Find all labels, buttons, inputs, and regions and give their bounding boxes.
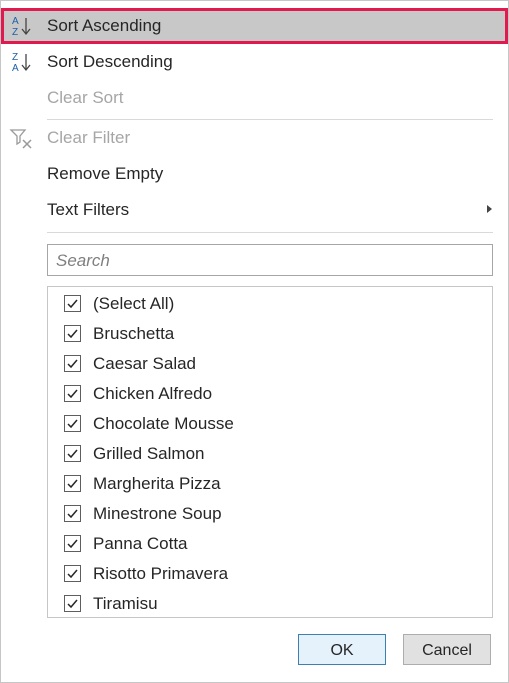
search-placeholder: Search: [56, 251, 110, 270]
checkbox[interactable]: [64, 505, 81, 522]
text-filters-item[interactable]: Text Filters: [1, 192, 508, 228]
list-item[interactable]: Bruschetta: [48, 319, 492, 349]
checkbox[interactable]: [64, 325, 81, 342]
sort-ascending-item[interactable]: A Z Sort Ascending: [1, 8, 508, 44]
text-filters-label: Text Filters: [47, 200, 130, 219]
sort-descending-icon: Z A: [9, 50, 35, 74]
clear-sort-item[interactable]: Clear Sort: [1, 80, 508, 116]
checkbox[interactable]: [64, 475, 81, 492]
list-item-select-all[interactable]: (Select All): [48, 289, 492, 319]
list-item-label: (Select All): [93, 294, 175, 313]
menu-separator: [47, 232, 493, 233]
remove-empty-label: Remove Empty: [47, 164, 164, 183]
list-item[interactable]: Minestrone Soup: [48, 499, 492, 529]
list-item-label: Bruschetta: [93, 324, 175, 343]
list-item[interactable]: Chicken Alfredo: [48, 379, 492, 409]
sort-ascending-icon: A Z: [9, 14, 35, 38]
checkbox[interactable]: [64, 445, 81, 462]
list-item[interactable]: Tiramisu: [48, 589, 492, 617]
svg-text:Z: Z: [12, 52, 18, 63]
checkbox[interactable]: [64, 595, 81, 612]
list-item-label: Minestrone Soup: [93, 504, 222, 523]
checkbox[interactable]: [64, 385, 81, 402]
chevron-right-icon: [487, 205, 492, 213]
svg-text:Z: Z: [12, 27, 18, 38]
clear-filter-icon: [9, 126, 35, 150]
list-item[interactable]: Panna Cotta: [48, 529, 492, 559]
sort-descending-label: Sort Descending: [47, 52, 173, 71]
filter-dropdown-panel: A Z Sort Ascending Z A Sort Descending C…: [0, 0, 509, 683]
list-item-label: Tiramisu: [93, 594, 158, 613]
list-item-label: Chocolate Mousse: [93, 414, 234, 433]
clear-sort-label: Clear Sort: [47, 88, 124, 107]
list-item-label: Caesar Salad: [93, 354, 197, 373]
list-item-label: Risotto Primavera: [93, 564, 229, 583]
remove-empty-item[interactable]: Remove Empty: [1, 156, 508, 192]
list-item-label: Chicken Alfredo: [93, 384, 213, 403]
svg-text:A: A: [12, 63, 19, 74]
ok-button[interactable]: OK: [298, 634, 386, 665]
list-item-label: Panna Cotta: [93, 534, 188, 553]
checkbox[interactable]: [64, 355, 81, 372]
list-item-label: Grilled Salmon: [93, 444, 205, 463]
list-item[interactable]: Risotto Primavera: [48, 559, 492, 589]
checkbox[interactable]: [64, 565, 81, 582]
list-item[interactable]: Chocolate Mousse: [48, 409, 492, 439]
list-item[interactable]: Caesar Salad: [48, 349, 492, 379]
svg-text:A: A: [12, 16, 19, 27]
clear-filter-label: Clear Filter: [47, 128, 131, 147]
cancel-button[interactable]: Cancel: [403, 634, 491, 665]
sort-ascending-label: Sort Ascending: [47, 16, 162, 35]
sort-descending-item[interactable]: Z A Sort Descending: [1, 44, 508, 80]
list-item[interactable]: Grilled Salmon: [48, 439, 492, 469]
list-item-label: Margherita Pizza: [93, 474, 221, 493]
checkbox[interactable]: [64, 415, 81, 432]
checkbox[interactable]: [64, 535, 81, 552]
search-input[interactable]: Search: [47, 244, 493, 276]
checkbox[interactable]: [64, 295, 81, 312]
list-item[interactable]: Margherita Pizza: [48, 469, 492, 499]
filter-values-list[interactable]: (Select All) Bruschetta Caesar Salad Chi…: [47, 286, 493, 618]
clear-filter-item[interactable]: Clear Filter: [1, 120, 508, 156]
